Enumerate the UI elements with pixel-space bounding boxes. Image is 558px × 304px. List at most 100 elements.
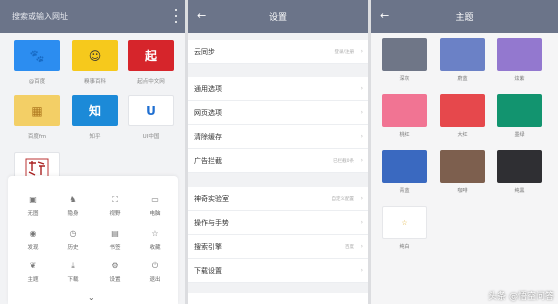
menu-label: 下载 bbox=[67, 277, 79, 283]
theme-swatch-green[interactable]: 墨绿 bbox=[497, 94, 542, 138]
row-label: 通用选项 bbox=[194, 84, 222, 93]
shortcut-label: 百度fm bbox=[27, 134, 47, 140]
menu-discover[interactable]: ◉ 发现 bbox=[18, 228, 48, 251]
search-bar[interactable]: 搜索或输入网址 bbox=[0, 0, 185, 33]
shortcut-qiushibaike[interactable]: ☺ 糗事百科 bbox=[72, 40, 118, 85]
gear-icon: ⚙ bbox=[111, 261, 119, 270]
row-value: 已拦截0条 bbox=[333, 158, 354, 164]
row-label: 神奇实验室 bbox=[194, 194, 229, 203]
settings-row-search-engine[interactable]: 搜索引擎 百度 › bbox=[188, 235, 368, 259]
chevron-down-icon[interactable]: ⌄ bbox=[88, 293, 95, 302]
chevron-right-icon: › bbox=[360, 243, 363, 250]
shortcut-baidufm[interactable]: ▦ 百度fm bbox=[14, 95, 60, 140]
shortcut-qidian[interactable]: 起 起点中文网 bbox=[128, 40, 174, 85]
swatch-color bbox=[440, 38, 485, 71]
chevron-right-icon: › bbox=[360, 48, 363, 55]
menu-label: 历史 bbox=[67, 245, 79, 251]
search-input[interactable]: 搜索或输入网址 bbox=[12, 11, 68, 22]
image-icon: ▣ bbox=[29, 195, 37, 204]
page-title: 主题 bbox=[455, 13, 474, 23]
chevron-right-icon: › bbox=[360, 109, 363, 116]
qiushi-icon: ☺ bbox=[72, 40, 118, 71]
theme-header: ← 主题 bbox=[371, 0, 558, 33]
incognito-icon: ♞ bbox=[69, 195, 77, 204]
menu-theme[interactable]: ❦ 主题 bbox=[18, 260, 48, 283]
menu-label: 收藏 bbox=[149, 245, 161, 251]
menu-label: 书签 bbox=[109, 245, 121, 251]
power-icon: ⏻ bbox=[151, 261, 159, 270]
chevron-right-icon: › bbox=[360, 195, 363, 202]
menu-exit[interactable]: ⏻ 退出 bbox=[140, 260, 170, 283]
clock-icon: ◷ bbox=[69, 229, 77, 238]
menu-label: 电脑 bbox=[149, 211, 161, 217]
baidu-icon: 🐾 bbox=[14, 40, 60, 71]
swatch-color bbox=[497, 38, 542, 71]
row-label: 搜索引擎 bbox=[194, 242, 222, 251]
back-arrow-icon[interactable]: ← bbox=[380, 9, 389, 23]
theme-swatch-blue[interactable]: 青蓝 bbox=[382, 150, 427, 194]
swatch-label: 桃红 bbox=[399, 132, 410, 138]
settings-row-gestures[interactable]: 操作与手势 › bbox=[188, 211, 368, 235]
menu-label: 设置 bbox=[109, 277, 121, 283]
fullscreen-icon: ⛶ bbox=[112, 195, 118, 204]
bottom-menu: ▣ 无图 ♞ 隐身 ⛶ 视野 ▭ 电脑 ◉ 发现 ◷ 历史 ▤ 书签 ☆ 收藏 ❦ 主题 ⤓ 下载 … bbox=[8, 176, 178, 304]
settings-row-adblock[interactable]: 广告拦截 已拦截0条 › bbox=[188, 149, 368, 173]
watermark: 头条 @悟空问答 bbox=[488, 292, 554, 302]
settings-row-partial bbox=[188, 293, 368, 304]
menu-label: 退出 bbox=[149, 277, 161, 283]
menu-settings[interactable]: ⚙ 设置 bbox=[100, 260, 130, 283]
swatch-label: 墨绿 bbox=[514, 132, 525, 138]
shortcut-label: @百度 bbox=[28, 79, 46, 85]
page-title: 设置 bbox=[268, 13, 287, 23]
swatch-label: 纯白 bbox=[399, 244, 410, 250]
menu-view[interactable]: ⛶ 视野 bbox=[100, 194, 130, 217]
shortcut-zhihu[interactable]: 知 知乎 bbox=[72, 95, 118, 140]
theme-swatch-pink[interactable]: 桃红 bbox=[382, 94, 427, 138]
menu-label: 视野 bbox=[109, 211, 121, 217]
swatch-color bbox=[382, 38, 427, 71]
theme-swatch-white[interactable]: ☆ 纯白 bbox=[382, 206, 427, 250]
shortcut-label: 起点中文网 bbox=[137, 79, 165, 85]
chevron-right-icon: › bbox=[360, 133, 363, 140]
menu-no-image[interactable]: ▣ 无图 bbox=[18, 194, 48, 217]
theme-swatch-dark-gray[interactable]: 深灰 bbox=[382, 38, 427, 82]
menu-bookmarks[interactable]: ▤ 书签 bbox=[100, 228, 130, 251]
theme-swatch-red[interactable]: 大红 bbox=[440, 94, 485, 138]
back-arrow-icon[interactable]: ← bbox=[197, 9, 206, 23]
menu-label: 隐身 bbox=[67, 211, 79, 217]
theme-swatch-purple[interactable]: 炫紫 bbox=[497, 38, 542, 82]
row-value: 自定义配置 bbox=[331, 196, 355, 202]
settings-row-download[interactable]: 下载设置 › bbox=[188, 259, 368, 283]
row-value: 百度 bbox=[345, 244, 354, 250]
swatch-label: 蔚蓝 bbox=[457, 76, 468, 82]
shortcut-label: 糗事百科 bbox=[83, 79, 106, 85]
swatch-label: 大红 bbox=[457, 132, 468, 138]
menu-history[interactable]: ◷ 历史 bbox=[58, 228, 88, 251]
menu-incognito[interactable]: ♞ 隐身 bbox=[58, 194, 88, 217]
theme-swatch-coffee[interactable]: 咖啡 bbox=[440, 150, 485, 194]
star-icon: ☆ bbox=[151, 229, 159, 238]
settings-header: ← 设置 bbox=[188, 0, 368, 33]
settings-row-general[interactable]: 通用选项 › bbox=[188, 77, 368, 101]
settings-panel: ← 设置 云同步 登录/注册 › 通用选项 › 网页选项 › 清除缓存 › 广告拦截 已拦截… bbox=[188, 0, 368, 304]
theme-swatch-black[interactable]: 纯黑 bbox=[497, 150, 542, 194]
theme-swatch-azure[interactable]: 蔚蓝 bbox=[440, 38, 485, 82]
browser-home-panel: 搜索或输入网址 🐾 @百度 ☺ 糗事百科 起 起点中文网 ▦ 百度fm 知 知乎… bbox=[0, 0, 185, 304]
shortcut-baidu[interactable]: 🐾 @百度 bbox=[14, 40, 60, 85]
menu-desktop[interactable]: ▭ 电脑 bbox=[140, 194, 170, 217]
menu-download[interactable]: ⤓ 下载 bbox=[58, 260, 88, 283]
settings-row-sync[interactable]: 云同步 登录/注册 › bbox=[188, 40, 368, 64]
menu-label: 无图 bbox=[27, 211, 39, 217]
discover-icon: ◉ bbox=[29, 229, 37, 238]
settings-row-webpage[interactable]: 网页选项 › bbox=[188, 101, 368, 125]
swatch-color bbox=[440, 94, 485, 127]
row-label: 清除缓存 bbox=[194, 132, 222, 141]
swatch-label: 深灰 bbox=[399, 76, 410, 82]
swatch-color bbox=[497, 150, 542, 183]
settings-row-lab[interactable]: 神奇实验室 自定义配置 › bbox=[188, 187, 368, 211]
settings-row-clear-cache[interactable]: 清除缓存 › bbox=[188, 125, 368, 149]
shortcut-uichina[interactable]: U UI中国 bbox=[128, 95, 174, 140]
more-menu-icon[interactable] bbox=[174, 9, 177, 23]
selected-star-icon: ☆ bbox=[401, 218, 408, 227]
menu-favorites[interactable]: ☆ 收藏 bbox=[140, 228, 170, 251]
